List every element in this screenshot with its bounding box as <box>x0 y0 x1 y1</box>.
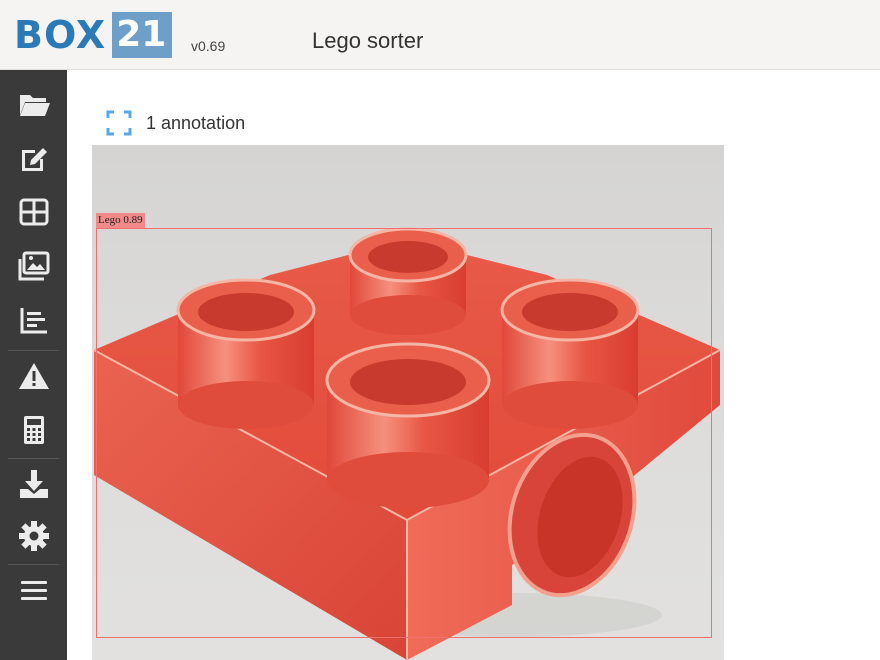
page-title: Lego sorter <box>312 28 424 53</box>
images-icon <box>18 251 49 281</box>
logo-text: BOX <box>14 13 107 57</box>
app-header: BOX 21 v0.69 Lego sorter <box>0 0 880 70</box>
logo-number: 21 <box>112 12 173 58</box>
annotation-summary: 1 annotation <box>106 108 245 138</box>
bounding-box-icon[interactable] <box>106 110 132 136</box>
sidebar-item-export[interactable] <box>0 458 67 510</box>
download-icon <box>19 470 48 498</box>
bar-chart-icon <box>20 308 47 334</box>
sidebar-item-calculator[interactable] <box>0 404 67 456</box>
sidebar-item-warnings[interactable] <box>0 350 67 402</box>
sidebar-item-images[interactable] <box>0 240 67 292</box>
sidebar-item-grid[interactable] <box>0 186 67 238</box>
annotation-label[interactable]: Lego 0.89 <box>96 213 145 228</box>
folder-open-icon <box>19 95 50 116</box>
sidebar-item-annotate[interactable] <box>0 132 67 184</box>
warning-icon <box>18 363 49 389</box>
calculator-icon <box>23 416 44 444</box>
sidebar-item-settings[interactable] <box>0 510 67 562</box>
annotation-count: 1 annotation <box>146 112 246 133</box>
grid-icon <box>19 198 48 226</box>
sidebar <box>0 70 67 660</box>
app-version: v0.69 <box>191 38 226 54</box>
sidebar-item-stats[interactable] <box>0 294 67 346</box>
annotation-bounding-box[interactable] <box>96 228 712 638</box>
sidebar-item-open[interactable] <box>0 78 67 130</box>
annotated-image[interactable]: Lego 0.89 <box>92 145 724 660</box>
sidebar-item-menu[interactable] <box>0 564 67 616</box>
gear-icon <box>18 521 49 551</box>
app-logo[interactable]: BOX 21 <box>14 12 173 58</box>
edit-icon <box>21 148 47 171</box>
menu-icon <box>20 581 47 600</box>
